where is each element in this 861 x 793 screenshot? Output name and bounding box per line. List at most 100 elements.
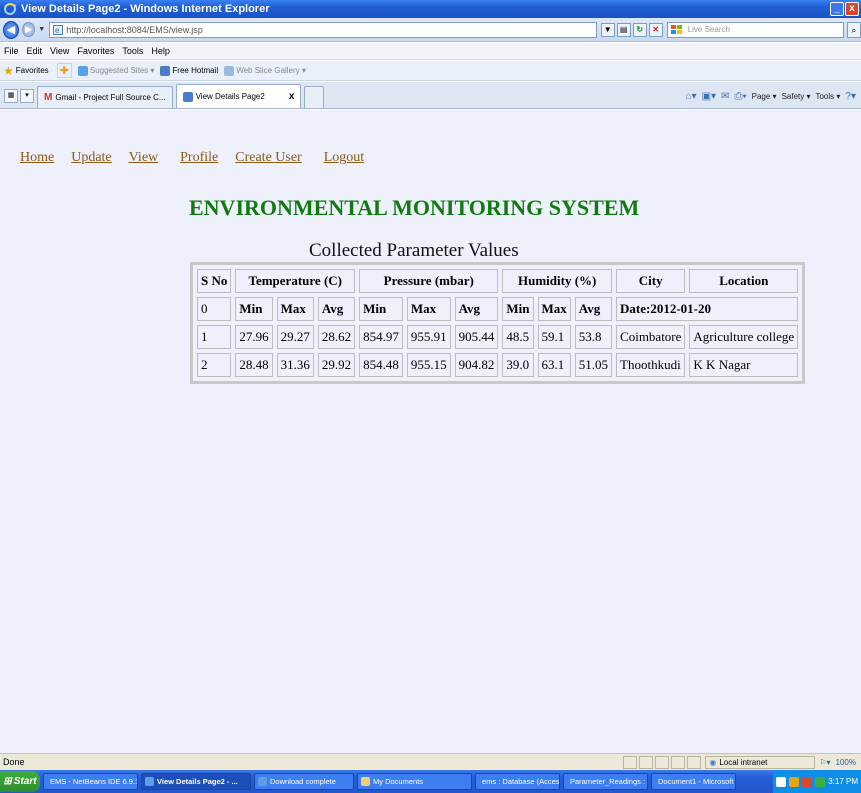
menu-tools[interactable]: Tools xyxy=(122,46,143,56)
sub-header-avg: Avg xyxy=(317,297,356,321)
nav-create-user[interactable]: Create User xyxy=(235,150,301,166)
favorites-bar: ★ Favorites ✚ Suggested Sites ▾ Free Hot… xyxy=(0,61,861,81)
menu-bar: File Edit View Favorites Tools Help xyxy=(0,43,861,60)
fav-suggested-sites[interactable]: Suggested Sites ▾ xyxy=(77,65,154,76)
ie-logo-icon xyxy=(4,3,17,15)
hotmail-icon xyxy=(160,65,171,76)
new-tab-button[interactable] xyxy=(304,86,325,108)
tray-icon[interactable] xyxy=(802,776,813,787)
start-button[interactable]: ⊞ Start xyxy=(0,771,40,792)
security-zone[interactable]: ◉ Local intranet xyxy=(705,755,816,769)
address-input[interactable]: e http://localhost:8084/EMS/view.jsp xyxy=(49,21,597,38)
sub-header-max: Max xyxy=(537,297,571,321)
task-parameter-readings[interactable]: Parameter_Readings : T... xyxy=(563,773,648,790)
table-row: 1 27.96 29.27 28.62 854.97 955.91 905.44… xyxy=(197,325,799,349)
header-temperature: Temperature (C) xyxy=(235,269,356,293)
stop-icon[interactable]: ✕ xyxy=(648,22,663,37)
suggested-sites-icon xyxy=(77,65,88,76)
forward-button[interactable]: ▶ xyxy=(21,22,36,37)
table-cell: K K Nagar xyxy=(689,353,799,377)
menu-file[interactable]: File xyxy=(4,46,19,56)
menu-view[interactable]: View xyxy=(50,46,69,56)
ie-page-icon: e xyxy=(53,24,64,35)
feeds-icon[interactable]: ▣▾ xyxy=(702,91,716,102)
header-location: Location xyxy=(689,269,799,293)
table-title: Collected Parameter Values xyxy=(309,240,519,261)
print-icon[interactable]: ⎙▾ xyxy=(734,91,746,102)
table-cell: 854.97 xyxy=(359,325,403,349)
command-bar: ⌂▾ ▣▾ ✉ ⎙▾ Page ▾ Safety ▾ Tools ▾ ?▾ xyxy=(686,91,856,102)
nav-update[interactable]: Update xyxy=(71,150,111,166)
task-netbeans[interactable]: EMS - NetBeans IDE 6.9.1 xyxy=(43,773,138,790)
task-word-doc[interactable]: Document1 - Microsoft ... xyxy=(651,773,736,790)
table-subheader-row: 0 Min Max Avg Min Max Avg Min Max Avg Da… xyxy=(197,297,799,321)
minimize-button[interactable]: _ xyxy=(830,2,844,16)
folder-icon xyxy=(361,777,370,786)
address-toolbar: ◀ ▶ ▼ e http://localhost:8084/EMS/view.j… xyxy=(0,18,861,42)
menu-favorites[interactable]: Favorites xyxy=(77,46,114,56)
table-cell: Agriculture college xyxy=(689,325,799,349)
tray-icon[interactable] xyxy=(776,776,787,787)
back-button[interactable]: ◀ xyxy=(3,20,19,39)
table-row: 2 28.48 31.36 29.92 854.48 955.15 904.82… xyxy=(197,353,799,377)
table-cell: 2 xyxy=(197,353,232,377)
page-content: Home Update View Profile Create User Log… xyxy=(0,110,861,753)
home-icon[interactable]: ⌂▾ xyxy=(686,91,697,102)
fav-free-hotmail[interactable]: Free Hotmail xyxy=(160,65,218,76)
table-cell: Thoothkudi xyxy=(616,353,686,377)
menu-edit[interactable]: Edit xyxy=(27,46,43,56)
table-cell: 0 xyxy=(197,297,232,321)
search-go-icon[interactable]: ⌕ xyxy=(846,21,861,38)
table-cell: 31.36 xyxy=(276,353,314,377)
read-mail-icon[interactable]: ✉ xyxy=(721,91,729,102)
refresh-icon[interactable]: ↻ xyxy=(632,22,647,37)
tab-close-icon[interactable]: x xyxy=(289,91,295,102)
close-button[interactable]: x xyxy=(845,2,859,16)
favorites-star-icon: ★ xyxy=(3,63,14,78)
clock: 3:17 PM xyxy=(828,777,858,786)
fav-web-slice-gallery[interactable]: Web Slice Gallery ▾ xyxy=(224,65,306,76)
nav-logout[interactable]: Logout xyxy=(324,150,364,166)
tab-bar: ▦ ▾ M Gmail - Project Full Source C... V… xyxy=(0,82,861,109)
nav-view[interactable]: View xyxy=(129,150,158,166)
menu-help[interactable]: Help xyxy=(151,46,170,56)
header-pressure: Pressure (mbar) xyxy=(359,269,499,293)
task-download[interactable]: Download complete xyxy=(254,773,354,790)
sub-header-min: Min xyxy=(359,297,403,321)
favorites-button[interactable]: Favorites xyxy=(16,66,49,75)
table-cell: 63.1 xyxy=(537,353,571,377)
protected-mode-icon[interactable]: ⚐▾ xyxy=(819,758,830,767)
add-favorite-icon[interactable]: ✚ xyxy=(56,63,72,78)
tools-menu[interactable]: Tools ▾ xyxy=(815,92,840,101)
nav-profile[interactable]: Profile xyxy=(180,150,218,166)
ie-icon xyxy=(258,777,267,786)
quick-tabs-icon[interactable]: ▦ xyxy=(4,89,18,103)
windows-taskbar: ⊞ Start EMS - NetBeans IDE 6.9.1 View De… xyxy=(0,770,861,793)
help-icon[interactable]: ?▾ xyxy=(845,91,856,102)
task-access-db[interactable]: ems : Database (Access ... xyxy=(475,773,560,790)
zoom-level[interactable]: 100% xyxy=(836,758,856,767)
nav-home[interactable]: Home xyxy=(20,150,54,166)
tray-icon[interactable] xyxy=(789,776,800,787)
sub-header-max: Max xyxy=(276,297,314,321)
header-sno: S No xyxy=(197,269,232,293)
table-cell: 29.92 xyxy=(317,353,356,377)
tab-list-icon[interactable]: ▾ xyxy=(20,89,34,103)
tray-icon[interactable] xyxy=(815,776,826,787)
table-cell: 905.44 xyxy=(454,325,499,349)
sub-header-min: Min xyxy=(235,297,273,321)
globe-icon: ◉ xyxy=(709,757,717,767)
safety-menu[interactable]: Safety ▾ xyxy=(782,92,811,101)
sub-header-min: Min xyxy=(502,297,534,321)
search-input[interactable]: Live Search xyxy=(666,21,844,38)
table-cell: 955.15 xyxy=(406,353,451,377)
address-dropdown-icon[interactable]: ▼ xyxy=(600,22,615,37)
task-ie-view-details[interactable]: View Details Page2 - ... xyxy=(141,773,251,790)
recent-pages-icon[interactable]: ▼ xyxy=(38,26,45,33)
tab-gmail[interactable]: M Gmail - Project Full Source C... xyxy=(37,86,173,108)
page-menu[interactable]: Page ▾ xyxy=(752,92,777,101)
table-cell: 28.48 xyxy=(235,353,273,377)
compatibility-icon[interactable]: ▤ xyxy=(616,22,631,37)
tab-view-details[interactable]: View Details Page2 x xyxy=(175,84,302,108)
task-my-documents[interactable]: My Documents xyxy=(357,773,472,790)
